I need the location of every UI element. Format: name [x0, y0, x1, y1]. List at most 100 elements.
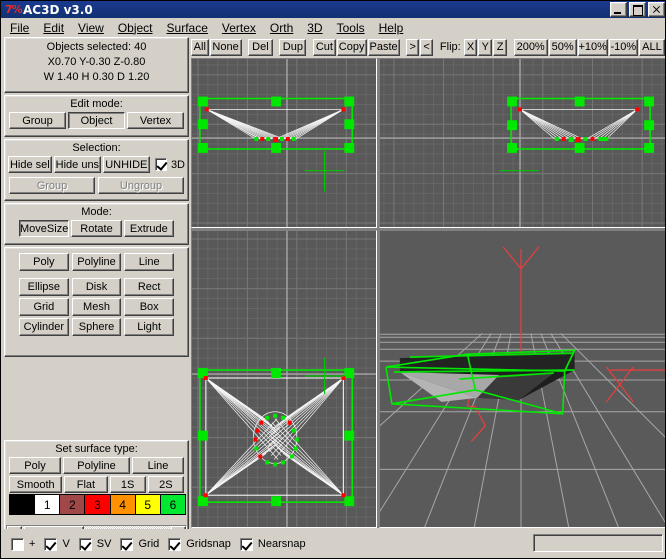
- status-checkbox-grid[interactable]: Grid: [120, 538, 159, 551]
- palette-swatch-4[interactable]: 4: [110, 494, 136, 515]
- surface-poly-button[interactable]: Poly: [9, 457, 61, 474]
- create-mesh-button[interactable]: Mesh: [72, 298, 122, 316]
- surface-flat-button[interactable]: Flat: [64, 476, 107, 493]
- status-checkbox-nearsnap[interactable]: Nearsnap: [240, 538, 306, 551]
- create-polyline-button[interactable]: Polyline: [72, 253, 122, 271]
- next-button[interactable]: >: [406, 39, 419, 56]
- zoom-in-button[interactable]: +10%: [578, 39, 608, 56]
- palette-swatch-0[interactable]: [9, 494, 35, 515]
- edit-mode-label: Edit mode:: [5, 98, 188, 110]
- menu-view[interactable]: View: [78, 21, 104, 35]
- unhide-button[interactable]: UNHIDE: [103, 156, 149, 173]
- plus-checkbox[interactable]: [11, 538, 24, 551]
- surface-smooth-button[interactable]: Smooth: [9, 476, 62, 493]
- select-all-button[interactable]: All: [191, 39, 209, 56]
- edit-mode-object-button[interactable]: Object: [68, 112, 125, 129]
- 3d-perspective-view[interactable]: [379, 230, 666, 528]
- edit-mode-group-button[interactable]: Group: [9, 112, 66, 129]
- minimize-icon[interactable]: [610, 2, 627, 17]
- color-palette: 1 2 3 4 5 6: [9, 494, 185, 515]
- group-button[interactable]: Group: [9, 177, 95, 194]
- grid-checkbox[interactable]: [120, 538, 133, 551]
- palette-swatch-2[interactable]: 2: [59, 494, 85, 515]
- status-bar: + V SV Grid Gridsnap Nearsnap: [2, 529, 666, 559]
- perspective-view-canvas: [380, 231, 665, 527]
- grid-checkbox-label: Grid: [138, 538, 159, 550]
- create-disk-button[interactable]: Disk: [72, 278, 122, 296]
- surface-polyline-button[interactable]: Polyline: [63, 457, 130, 474]
- palette-swatch-3[interactable]: 3: [84, 494, 110, 515]
- status-checkbox-gridsnap[interactable]: Gridsnap: [168, 538, 231, 551]
- prev-button[interactable]: <: [420, 39, 433, 56]
- mode-movesize-button[interactable]: MoveSize: [19, 220, 69, 237]
- create-sphere-button[interactable]: Sphere: [72, 318, 122, 336]
- 3d-checkbox[interactable]: [155, 158, 167, 171]
- selection-info-box: Objects selected: 40 X0.70 Y-0.30 Z-0.80…: [4, 37, 189, 93]
- maximize-icon[interactable]: [629, 2, 646, 17]
- menu-object[interactable]: Object: [118, 21, 153, 35]
- status-checkbox-v[interactable]: V: [44, 538, 69, 551]
- duplicate-button[interactable]: Dup: [279, 39, 306, 56]
- surface-type-label: Set surface type:: [5, 443, 188, 455]
- create-poly-button[interactable]: Poly: [19, 253, 69, 271]
- palette-swatch-6[interactable]: 6: [160, 494, 186, 515]
- menu-3d[interactable]: 3D: [307, 21, 322, 35]
- menu-vertex[interactable]: Vertex: [222, 21, 256, 35]
- menu-file[interactable]: File: [10, 21, 29, 35]
- menu-surface[interactable]: Surface: [167, 21, 208, 35]
- cut-button[interactable]: Cut: [313, 39, 335, 56]
- sv-checkbox[interactable]: [79, 538, 92, 551]
- 3d-checkbox-label: 3D: [171, 159, 185, 171]
- surface-line-button[interactable]: Line: [132, 457, 184, 474]
- menu-edit[interactable]: Edit: [43, 21, 64, 35]
- close-icon[interactable]: [648, 2, 665, 17]
- flip-z-button[interactable]: Z: [493, 39, 507, 56]
- status-checkbox-sv[interactable]: SV: [79, 538, 112, 551]
- nearsnap-checkbox[interactable]: [240, 538, 253, 551]
- hide-selected-button[interactable]: Hide sel: [8, 156, 52, 173]
- front-orthographic-view[interactable]: [191, 58, 377, 228]
- primitives-box: Poly Polyline Line Ellipse Disk Rect Gri…: [4, 247, 189, 357]
- create-rect-button[interactable]: Rect: [124, 278, 174, 296]
- mode-rotate-button[interactable]: Rotate: [71, 220, 121, 237]
- create-line-button[interactable]: Line: [124, 253, 174, 271]
- mode-extrude-button[interactable]: Extrude: [124, 220, 174, 237]
- gridsnap-checkbox[interactable]: [168, 538, 181, 551]
- zoom-200-button[interactable]: 200%: [514, 39, 548, 56]
- menu-tools[interactable]: Tools: [337, 21, 365, 35]
- menu-orth[interactable]: Orth: [270, 21, 293, 35]
- surface-2s-button[interactable]: 2S: [148, 476, 184, 493]
- surface-type-box: Set surface type: Poly Polyline Line Smo…: [4, 440, 189, 534]
- zoom-50-button[interactable]: 50%: [549, 39, 577, 56]
- front-view-canvas: [192, 59, 376, 227]
- paste-button[interactable]: Paste: [368, 39, 400, 56]
- v-checkbox[interactable]: [44, 538, 57, 551]
- hide-unselected-button[interactable]: Hide uns: [54, 156, 101, 173]
- zoom-out-button[interactable]: -10%: [609, 39, 638, 56]
- create-grid-button[interactable]: Grid: [19, 298, 69, 316]
- status-checkbox-plus[interactable]: +: [11, 538, 35, 551]
- create-light-button[interactable]: Light: [124, 318, 174, 336]
- side-orthographic-view[interactable]: [379, 58, 666, 228]
- menu-help[interactable]: Help: [379, 21, 404, 35]
- ungroup-button[interactable]: Ungroup: [98, 177, 184, 194]
- flip-label: Flip:: [440, 41, 461, 53]
- create-ellipse-button[interactable]: Ellipse: [19, 278, 69, 296]
- mode-box: Mode: MoveSize Rotate Extrude: [4, 203, 189, 245]
- nearsnap-checkbox-label: Nearsnap: [258, 538, 306, 550]
- create-cylinder-button[interactable]: Cylinder: [19, 318, 69, 336]
- palette-swatch-5[interactable]: 5: [135, 494, 161, 515]
- zoom-all-button[interactable]: ALL: [639, 39, 665, 56]
- surface-1s-button[interactable]: 1S: [110, 476, 146, 493]
- mode-label: Mode:: [5, 206, 188, 218]
- create-box-button[interactable]: Box: [124, 298, 174, 316]
- copy-button[interactable]: Copy: [337, 39, 367, 56]
- flip-y-button[interactable]: Y: [478, 39, 492, 56]
- flip-x-button[interactable]: X: [464, 39, 478, 56]
- delete-button[interactable]: Del: [248, 39, 272, 56]
- palette-swatch-1[interactable]: 1: [34, 494, 60, 515]
- top-orthographic-view[interactable]: [191, 230, 377, 528]
- edit-mode-vertex-button[interactable]: Vertex: [127, 112, 184, 129]
- select-none-button[interactable]: None: [210, 39, 242, 56]
- gridsnap-checkbox-label: Gridsnap: [186, 538, 231, 550]
